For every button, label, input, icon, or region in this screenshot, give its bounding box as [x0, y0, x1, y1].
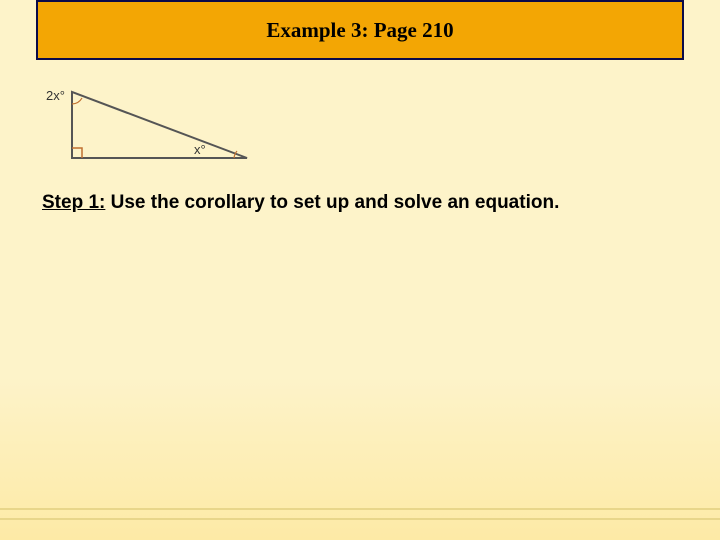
triangle-figure: 2x° x°	[42, 80, 262, 170]
top-angle-arc	[72, 98, 82, 104]
step-line: Step 1: Use the corollary to set up and …	[42, 192, 678, 214]
triangle-outline	[72, 92, 247, 158]
step-heading: Step 1:	[42, 192, 105, 213]
triangle-svg: 2x° x°	[42, 80, 262, 170]
header-title: Example 3: Page 210	[266, 18, 453, 43]
decorative-stripe-1	[0, 508, 720, 510]
right-angle-marker	[72, 148, 82, 158]
header-bar: Example 3: Page 210	[36, 0, 684, 60]
step-body: Use the corollary to set up and solve an…	[105, 192, 559, 213]
angle-label-bottom-right: x°	[194, 142, 206, 157]
angle-label-top: 2x°	[46, 88, 65, 103]
decorative-stripe-2	[0, 518, 720, 520]
